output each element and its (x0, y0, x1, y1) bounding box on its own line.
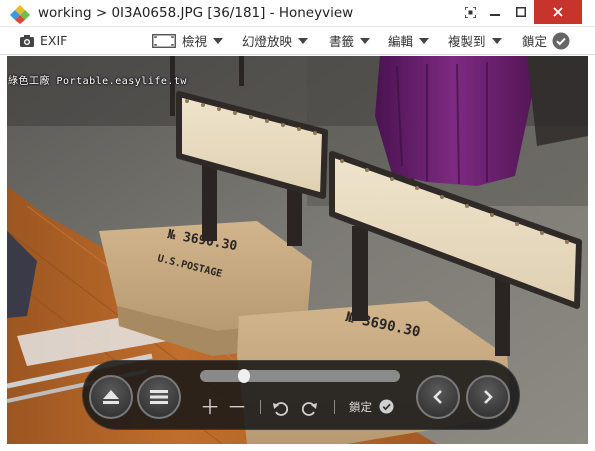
chevron-down-icon (491, 37, 502, 44)
eject-button[interactable] (89, 375, 133, 419)
chevron-down-icon (213, 37, 224, 44)
slideshow-label: 幻燈放映 (242, 34, 293, 49)
copy-to-label: 複製到 (448, 34, 486, 49)
maximize-button[interactable] (508, 0, 534, 24)
check-circle-icon (379, 399, 394, 414)
chevron-right-icon (484, 390, 493, 404)
honeyview-app-icon (10, 5, 30, 24)
slideshow-menu[interactable]: 幻燈放映 (242, 27, 309, 54)
chevron-down-icon (419, 37, 430, 44)
exif-label: EXIF (40, 33, 68, 48)
separator (334, 400, 335, 414)
exif-button[interactable]: EXIF (20, 27, 67, 54)
lock-toggle-label: 鎖定 (349, 400, 372, 414)
close-icon (553, 7, 563, 17)
edit-label: 編輯 (388, 34, 414, 49)
maximize-icon (516, 7, 526, 17)
chevron-down-icon (298, 37, 309, 44)
bookmark-label: 書籤 (329, 34, 355, 49)
minimize-icon (490, 14, 500, 16)
copy-to-menu[interactable]: 複製到 (448, 27, 502, 54)
check-circle-icon (552, 32, 570, 49)
lock-toggle[interactable]: 鎖定 (349, 399, 394, 415)
eject-icon (103, 390, 119, 404)
lock-button[interactable]: 鎖定 (522, 27, 570, 54)
title-bar: working > 0I3A0658.JPG [36/181] - Honeyv… (0, 0, 595, 27)
minimize-button[interactable] (482, 0, 508, 24)
slider-thumb[interactable] (237, 369, 250, 383)
fullscreen-button[interactable] (458, 0, 482, 24)
edit-menu[interactable]: 編輯 (388, 27, 430, 54)
close-button[interactable] (534, 0, 582, 24)
rotate-left-button[interactable] (272, 399, 289, 419)
view-label: 檢視 (182, 34, 208, 49)
toolbar: EXIF 檢視 幻燈放映 書籤 編輯 複製到 鎖定 (0, 27, 595, 55)
watermark-text: 綠色工廠 Portable.easylife.tw (8, 76, 187, 87)
hamburger-menu-icon (150, 390, 168, 404)
lock-label: 鎖定 (522, 34, 548, 49)
navigation-slider[interactable] (200, 369, 400, 383)
chevron-left-icon (433, 390, 442, 404)
view-menu[interactable]: 檢視 (152, 27, 224, 54)
zoom-out-button[interactable]: － (227, 397, 247, 417)
previous-image-button[interactable] (416, 375, 460, 419)
fullscreen-icon (464, 6, 476, 18)
zoom-in-button[interactable]: ＋ (200, 397, 220, 417)
fit-screen-icon (152, 33, 176, 48)
window-title: working > 0I3A0658.JPG [36/181] - Honeyv… (38, 5, 354, 21)
bookmark-menu[interactable]: 書籤 (329, 27, 371, 54)
separator (260, 400, 261, 414)
camera-icon (20, 34, 34, 47)
floating-control-panel: ＋ － 鎖定 (82, 360, 520, 430)
chevron-down-icon (360, 37, 371, 44)
next-image-button[interactable] (466, 375, 510, 419)
rotate-left-icon (273, 402, 289, 416)
menu-button[interactable] (137, 375, 181, 419)
rotate-right-icon (301, 402, 317, 416)
rotate-right-button[interactable] (301, 399, 318, 419)
